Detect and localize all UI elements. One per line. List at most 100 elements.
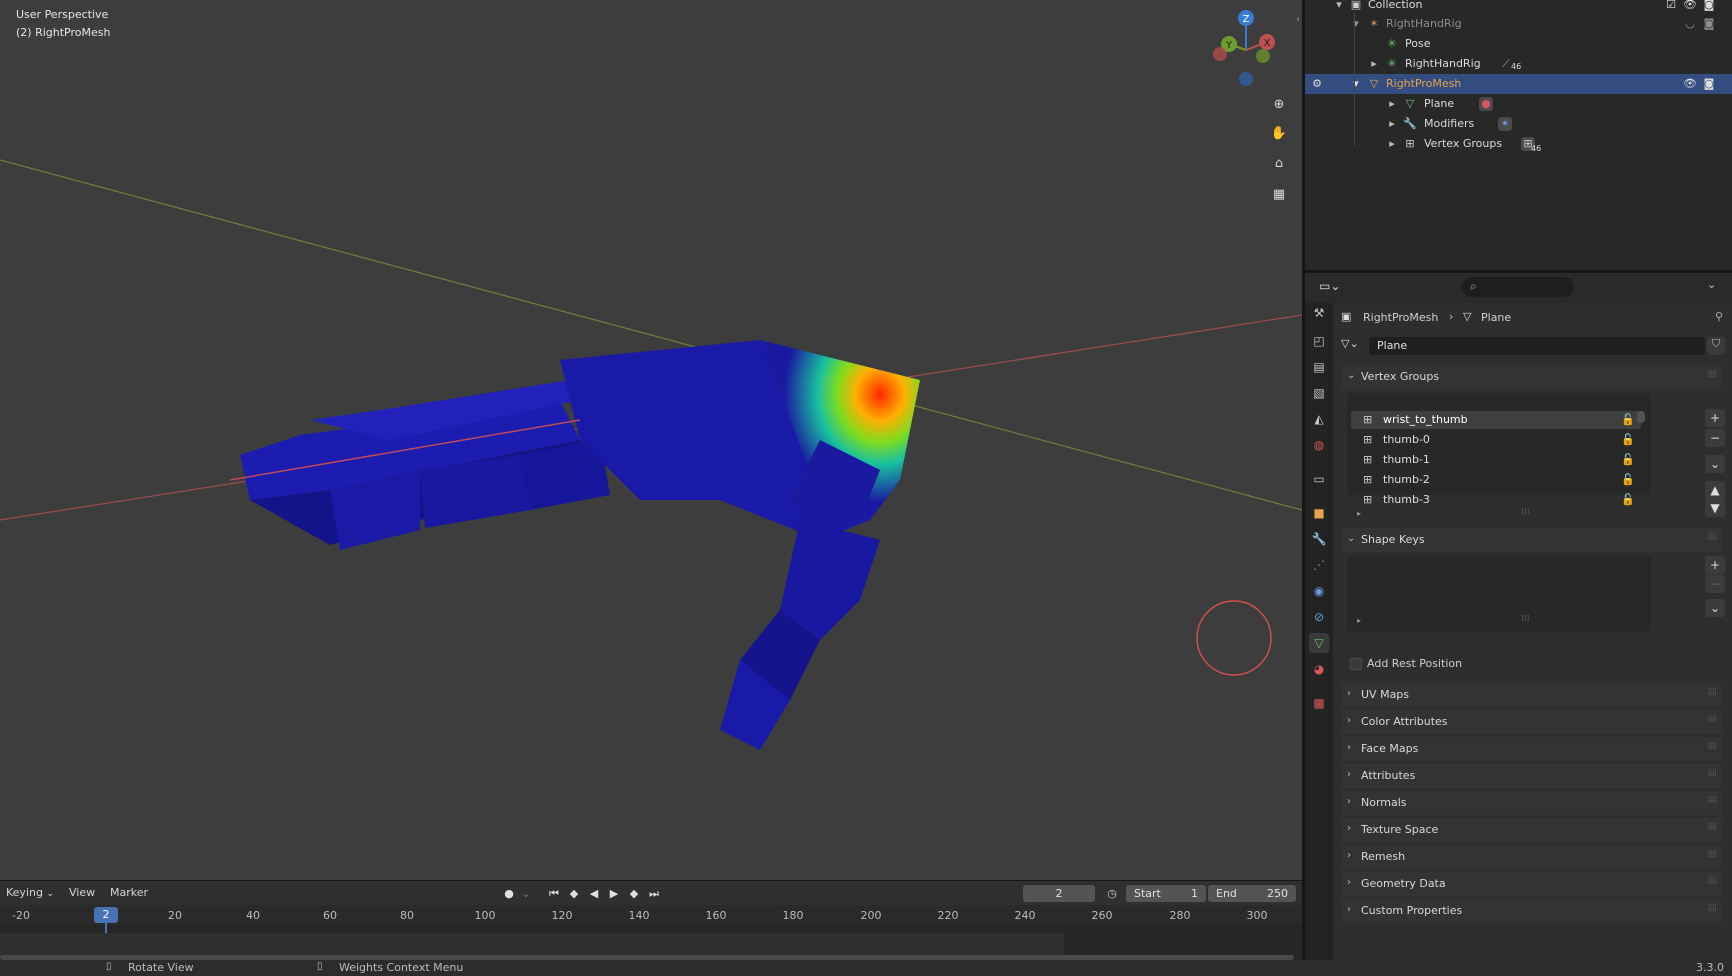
drag-grip-icon[interactable]: ⁞⁞⁞⁞: [1707, 687, 1717, 698]
add-shape-key-button[interactable]: +: [1705, 556, 1725, 574]
outliner-row-pose[interactable]: ✳ Pose: [1305, 34, 1732, 54]
panel-geometry-data[interactable]: › Geometry Data ⁞⁞⁞⁞: [1341, 872, 1722, 896]
outliner-row-righthandrig[interactable]: ▾ ✶ RightHandRig ◡ ◙: [1305, 14, 1732, 34]
menu-view[interactable]: View: [69, 886, 95, 899]
vertex-group-item[interactable]: ⊞ wrist_to_thumb 🔓: [1349, 411, 1639, 429]
datablock-type-icon[interactable]: ▽⌄: [1341, 337, 1365, 355]
drag-grip-icon[interactable]: ⁞⁞⁞⁞: [1707, 903, 1717, 914]
tool-tab-icon[interactable]: ⚒: [1309, 303, 1329, 323]
lock-icon[interactable]: 🔓: [1621, 413, 1635, 426]
list-scrollbar[interactable]: [1637, 411, 1645, 491]
menu-marker[interactable]: Marker: [110, 886, 148, 899]
frame-ruler[interactable]: -20 2 20 40 60 80 100 120 140 160 180 20…: [0, 905, 1302, 925]
panel-shape-keys[interactable]: ⌄ Shape Keys ⁞⁞⁞⁞: [1341, 528, 1722, 552]
camera-icon[interactable]: ⌂: [1268, 152, 1290, 174]
navigation-gizmo[interactable]: Z Y X: [1205, 6, 1285, 86]
end-frame-field[interactable]: End 250: [1208, 885, 1296, 902]
mode-toggle-icon[interactable]: ⚙: [1310, 77, 1324, 91]
texture-tab-icon[interactable]: ▩: [1309, 693, 1329, 713]
start-frame-field[interactable]: Start 1: [1126, 885, 1206, 902]
drag-grip-icon[interactable]: ⁞⁞⁞⁞: [1707, 741, 1717, 752]
datablock-name-field[interactable]: Plane: [1369, 337, 1705, 355]
playhead-frame-indicator[interactable]: 2: [94, 907, 118, 923]
pan-hand-icon[interactable]: ✋: [1268, 122, 1290, 144]
collection-tab-icon[interactable]: ▭: [1309, 469, 1329, 489]
timeline-track[interactable]: [0, 923, 1302, 961]
material-tab-icon[interactable]: ◕: [1309, 659, 1329, 679]
menu-keying[interactable]: Keying ⌄: [6, 886, 54, 899]
record-icon[interactable]: ●: [500, 885, 518, 902]
jump-end-icon[interactable]: ⏭: [645, 885, 663, 902]
lock-icon[interactable]: 🔓: [1621, 433, 1635, 446]
remove-vertex-group-button[interactable]: −: [1705, 429, 1725, 447]
record-options-icon[interactable]: ⌄: [517, 885, 535, 902]
lock-icon[interactable]: 🔓: [1621, 473, 1635, 486]
checkbox-icon[interactable]: ☑: [1664, 0, 1678, 12]
panel-face-maps[interactable]: › Face Maps ⁞⁞⁞⁞: [1341, 737, 1722, 761]
object-tab-icon[interactable]: ■: [1309, 503, 1329, 523]
drag-grip-icon[interactable]: ⁞⁞⁞⁞: [1707, 768, 1717, 779]
shape-key-list[interactable]: ▸ ⁞⁞⁞: [1347, 556, 1651, 632]
output-tab-icon[interactable]: ▤: [1309, 357, 1329, 377]
properties-search[interactable]: ⌕: [1462, 277, 1574, 297]
3d-viewport[interactable]: User Perspective (2) RightProMesh Z Y X …: [0, 0, 1302, 880]
outliner-row-armature-data[interactable]: ▸ ✳ RightHandRig ⟋ 46: [1305, 54, 1732, 74]
particles-tab-icon[interactable]: ⋰: [1309, 555, 1329, 575]
render-camera-icon[interactable]: ◙: [1702, 17, 1716, 31]
timeline[interactable]: Keying ⌄ View Marker ● ⌄ ⏮ ◆ ◀ ▶ ◆ ⏭ 2 ◷…: [0, 880, 1302, 961]
expand-toggle-icon[interactable]: ▸: [1367, 57, 1381, 71]
vertex-group-item[interactable]: ⊞ thumb-3 🔓: [1349, 491, 1639, 509]
stopwatch-icon[interactable]: ◷: [1103, 885, 1121, 902]
hand-mesh[interactable]: [229, 340, 920, 750]
lock-icon[interactable]: 🔓: [1621, 493, 1635, 506]
expand-toggle-icon[interactable]: ▸: [1385, 97, 1399, 111]
header-options-icon[interactable]: ⌄: [1707, 278, 1716, 291]
mesh-data-tab-icon[interactable]: ▽: [1309, 633, 1329, 653]
modifier-tab-icon[interactable]: 🔧: [1309, 529, 1329, 549]
drag-grip-icon[interactable]: ⁞⁞⁞⁞: [1707, 822, 1717, 833]
add-rest-position-checkbox[interactable]: [1350, 658, 1362, 670]
fake-user-shield-icon[interactable]: ⛉: [1707, 337, 1725, 355]
lock-icon[interactable]: 🔓: [1621, 453, 1635, 466]
expand-toggle-icon[interactable]: ▸: [1385, 137, 1399, 151]
remove-shape-key-button[interactable]: −: [1705, 575, 1725, 593]
hidden-eye-icon[interactable]: ◡: [1683, 17, 1697, 31]
shape-key-specials-menu[interactable]: ⌄: [1705, 599, 1725, 617]
panel-texture-space[interactable]: › Texture Space ⁞⁞⁞⁞: [1341, 818, 1722, 842]
vertex-group-specials-menu[interactable]: ⌄: [1705, 455, 1725, 473]
move-down-button[interactable]: ▼: [1705, 499, 1725, 517]
expand-toggle-icon[interactable]: ▸: [1385, 117, 1399, 131]
outliner-row-modifiers[interactable]: ▸ 🔧 Modifiers ✶: [1305, 114, 1732, 134]
vertex-group-item[interactable]: ⊞ thumb-0 🔓: [1349, 431, 1639, 449]
drag-grip-icon[interactable]: ⁞⁞⁞⁞: [1707, 876, 1717, 887]
scene-tab-icon[interactable]: ◭: [1309, 409, 1329, 429]
view-layer-tab-icon[interactable]: ▧: [1309, 383, 1329, 403]
sidebar-toggle-icon[interactable]: ‹: [1296, 14, 1300, 25]
viewport-scene[interactable]: [0, 0, 1302, 880]
outliner[interactable]: ▾ ▣ Collection ☑ 👁 ◙ ▾ ✶ RightHandRig ◡ …: [1305, 0, 1732, 270]
world-tab-icon[interactable]: ◍: [1309, 435, 1329, 455]
outliner-row-rightpromesh[interactable]: ⚙ ▾ ▽ RightProMesh 👁 ◙: [1305, 74, 1732, 94]
drag-grip-icon[interactable]: ⁞⁞⁞⁞: [1707, 849, 1717, 860]
drag-grip-icon[interactable]: ⁞⁞⁞⁞: [1707, 369, 1717, 380]
current-frame-field[interactable]: 2: [1023, 885, 1095, 902]
properties-editor[interactable]: ▭⌄ ⌕ ⌄ ⚒ ◰ ▤ ▧ ◭ ◍ ▭ ■ 🔧 ⋰ ◉ ⊘ ▽ ◕ ▩ ▣ R…: [1305, 273, 1732, 960]
drag-grip-icon[interactable]: ⁞⁞⁞⁞: [1707, 795, 1717, 806]
panel-uv-maps[interactable]: › UV Maps ⁞⁞⁞⁞: [1341, 683, 1722, 707]
render-camera-icon[interactable]: ◙: [1702, 77, 1716, 91]
constraints-tab-icon[interactable]: ⊘: [1309, 607, 1329, 627]
prev-keyframe-icon[interactable]: ◆: [565, 885, 583, 902]
eye-icon[interactable]: 👁: [1683, 77, 1697, 91]
panel-attributes[interactable]: › Attributes ⁞⁞⁞⁞: [1341, 764, 1722, 788]
pin-icon[interactable]: ⚲: [1715, 310, 1723, 323]
play-reverse-icon[interactable]: ◀: [585, 885, 603, 902]
drag-grip-icon[interactable]: ⁞⁞⁞⁞: [1707, 714, 1717, 725]
list-filter-toggle-icon[interactable]: ▸: [1357, 616, 1361, 625]
render-camera-icon[interactable]: ◙: [1702, 0, 1716, 12]
list-filter-toggle-icon[interactable]: ▸: [1357, 509, 1361, 518]
panel-normals[interactable]: › Normals ⁞⁞⁞⁞: [1341, 791, 1722, 815]
eye-icon[interactable]: 👁: [1683, 0, 1697, 12]
expand-toggle-icon[interactable]: ▾: [1332, 0, 1346, 12]
play-icon[interactable]: ▶: [605, 885, 623, 902]
vertex-group-item[interactable]: ⊞ thumb-1 🔓: [1349, 451, 1639, 469]
